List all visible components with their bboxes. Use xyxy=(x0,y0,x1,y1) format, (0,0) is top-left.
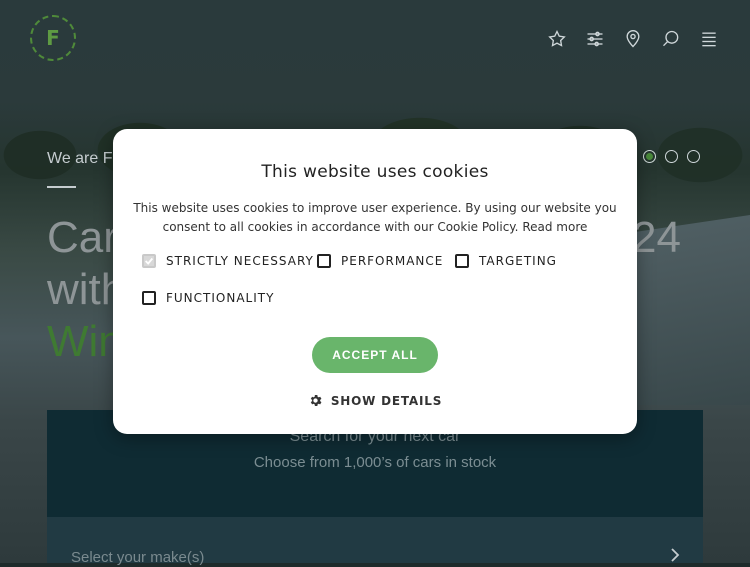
checkbox-performance[interactable] xyxy=(317,254,331,268)
checkbox-strictly-necessary xyxy=(142,254,156,268)
checkbox-targeting[interactable] xyxy=(455,254,469,268)
gear-icon xyxy=(310,395,322,406)
show-details-button[interactable]: SHOW DETAILS xyxy=(113,393,637,408)
option-functionality[interactable]: FUNCTIONALITY xyxy=(142,291,274,305)
option-strictly-necessary: STRICTLY NECESSARY xyxy=(142,254,314,268)
option-performance[interactable]: PERFORMANCE xyxy=(317,254,443,268)
option-label: FUNCTIONALITY xyxy=(166,291,275,305)
option-targeting[interactable]: TARGETING xyxy=(455,254,557,268)
cookie-consent-modal: This website uses cookies This website u… xyxy=(113,129,637,434)
option-label: TARGETING xyxy=(479,254,557,268)
show-details-label: SHOW DETAILS xyxy=(330,393,443,408)
cookie-modal-body: This website uses cookies to improve use… xyxy=(131,199,619,237)
option-label: PERFORMANCE xyxy=(341,254,444,268)
read-more-link[interactable]: Read more xyxy=(522,220,587,234)
cookie-modal-title: This website uses cookies xyxy=(261,162,489,182)
option-label: STRICTLY NECESSARY xyxy=(166,254,314,268)
accept-all-button[interactable]: ACCEPT ALL xyxy=(312,337,438,373)
checkbox-functionality[interactable] xyxy=(142,291,156,305)
